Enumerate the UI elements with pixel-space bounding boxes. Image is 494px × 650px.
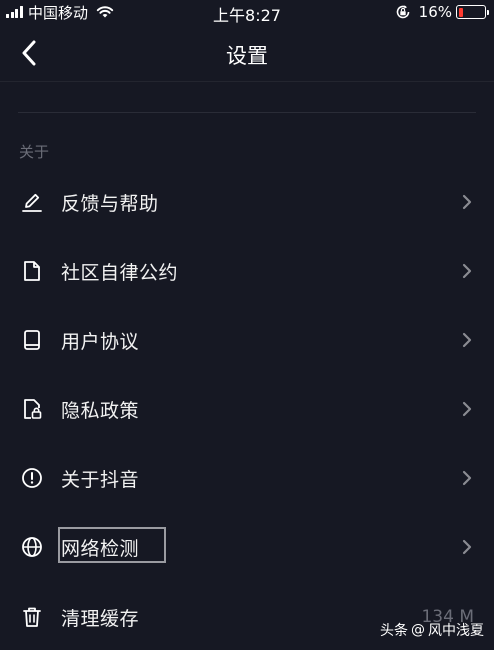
info-circle-icon (20, 466, 44, 490)
document-icon (20, 259, 44, 283)
battery-percent: 16% (418, 3, 452, 21)
watermark: 头条 @ 风中浅夏 (380, 620, 484, 640)
settings-item-label: 用户协议 (61, 330, 140, 353)
chevron-right-icon (460, 399, 474, 419)
chevron-right-icon (460, 537, 474, 557)
page-title: 设置 (226, 44, 268, 68)
settings-item-privacy-policy[interactable]: 隐私政策 (0, 379, 494, 439)
settings-item-label: 关于抖音 (61, 468, 140, 491)
globe-icon (20, 535, 44, 559)
section-header-about: 关于 (19, 143, 50, 161)
orientation-lock-icon (396, 5, 409, 19)
chevron-right-icon (460, 192, 474, 212)
book-icon (20, 328, 44, 352)
chevron-right-icon (460, 468, 474, 488)
watermark-author: 风中浅夏 (428, 623, 484, 639)
chevron-right-icon (460, 261, 474, 281)
chevron-right-icon (460, 330, 474, 350)
watermark-source: 头条 (380, 623, 408, 639)
trash-icon (20, 605, 44, 629)
settings-item-about-douyin[interactable]: 关于抖音 (0, 448, 494, 508)
settings-item-label: 清理缓存 (61, 607, 140, 630)
settings-item-community-guidelines[interactable]: 社区自律公约 (0, 241, 494, 301)
pencil-icon (20, 190, 44, 214)
status-right: 16% (395, 2, 489, 22)
battery-fill (458, 7, 463, 17)
settings-item-user-agreement[interactable]: 用户协议 (0, 310, 494, 370)
status-bar: 中国移动 上午8:27 16% (0, 0, 494, 25)
settings-item-feedback[interactable]: 反馈与帮助 (0, 172, 494, 232)
highlight-box (58, 527, 166, 563)
watermark-separator: @ (411, 622, 425, 638)
nav-bar: 设置 (0, 24, 494, 82)
settings-item-label: 反馈与帮助 (61, 192, 159, 215)
locked-document-icon (20, 397, 44, 421)
battery-icon (456, 5, 489, 19)
settings-item-label: 社区自律公约 (61, 261, 179, 284)
settings-item-label: 隐私政策 (61, 399, 140, 422)
section-divider (18, 112, 476, 113)
